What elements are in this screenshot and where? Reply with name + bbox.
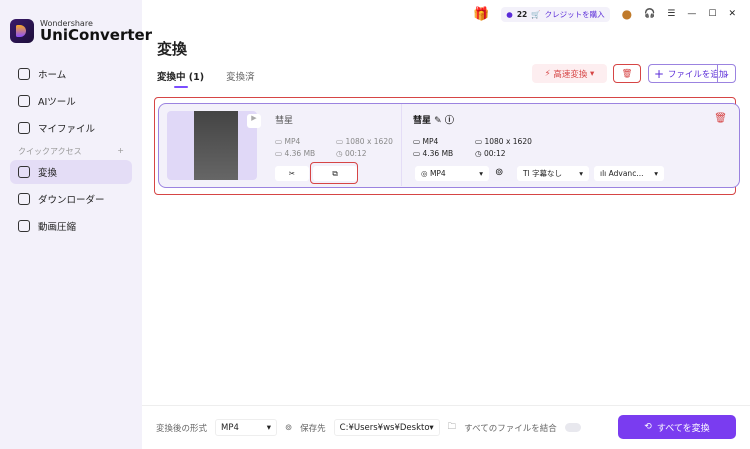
scissors-icon: ✂ — [288, 169, 296, 178]
sidebar: Wondershare UniConverter ホーム AIツール マイファイル… — [0, 0, 152, 449]
merge-toggle[interactable] — [564, 423, 581, 432]
add-file-button[interactable]: + ファイルを追加 ⌄ — [648, 64, 736, 83]
page-title: 変換 — [157, 40, 188, 58]
sidebar-item-downloader[interactable]: ダウンローダー — [10, 187, 132, 211]
source-duration: ◷ 00:12 — [336, 149, 367, 158]
format-label: 変換後の形式 — [156, 423, 208, 434]
tab-converted[interactable]: 変換済 — [226, 69, 255, 88]
info-icon[interactable]: ⓘ — [445, 116, 454, 126]
add-quick-access-icon[interactable]: + — [117, 146, 124, 157]
source-format: ▭ MP4 — [275, 137, 301, 146]
convert-icon: ⟲ — [644, 422, 652, 432]
label: 変換 — [38, 168, 58, 179]
save-location-label: 保存先 — [300, 423, 326, 434]
minimize-icon[interactable]: — — [687, 9, 696, 19]
crop-highlight — [310, 162, 358, 184]
add-file-dropdown[interactable]: ⌄ — [717, 65, 735, 82]
delete-file-icon[interactable]: 🗑 — [714, 113, 727, 124]
app-logo: Wondershare UniConverter — [10, 19, 152, 43]
gift-icon[interactable]: 🎁 — [473, 7, 489, 22]
label: 動画圧縮 — [38, 222, 77, 233]
target-name-row: 彗星 ✎ ⓘ — [413, 116, 454, 126]
settings-icon[interactable]: ⊚ — [495, 167, 503, 178]
brand-name: UniConverter — [40, 26, 153, 44]
lightning-icon: ⚡ — [544, 68, 554, 79]
source-size: ▭ 4.36 MB — [275, 149, 316, 158]
avatar[interactable]: ● — [622, 7, 632, 21]
ai-toolbox-icon — [18, 95, 30, 107]
trash-icon: 🗑 — [621, 68, 633, 79]
label: ホーム — [38, 70, 67, 81]
headset-icon[interactable]: 🎧 — [644, 9, 655, 19]
label: ダウンローダー — [38, 195, 105, 206]
buy-credits: クレジットを購入 — [544, 9, 605, 19]
target-format: ▭ MP4 — [413, 137, 439, 146]
target-duration: ◷ 00:12 — [475, 149, 506, 158]
quick-access-label: クイックアクセス — [18, 147, 82, 156]
home-icon — [18, 68, 30, 80]
save-path-dropdown[interactable]: C:¥Users¥ws¥Desktop¥\▾ — [333, 419, 440, 436]
source-resolution: ▭ 1080 x 1620 — [336, 137, 393, 146]
credit-coin-icon: ● — [506, 9, 513, 19]
sidebar-item-convert[interactable]: 変換 — [10, 160, 132, 184]
clapper-icon: ▶ — [247, 114, 261, 128]
plus-icon: + — [654, 66, 668, 81]
source-name: 彗星 — [275, 116, 294, 126]
label: AIツール — [38, 97, 76, 108]
label: 高速変換 — [553, 69, 588, 80]
credits-badge[interactable]: ● 22 🛒 クレジットを購入 — [501, 6, 610, 22]
format-settings-icon[interactable]: ⊚ — [285, 423, 292, 433]
close-icon[interactable]: ✕ — [728, 9, 736, 19]
credit-count: 22 — [516, 9, 528, 19]
audio-select[interactable]: ılı Advanc... ▾ — [594, 166, 664, 181]
merge-label: すべてのファイルを結合 — [464, 423, 557, 434]
menu-icon[interactable]: ☰ — [667, 9, 675, 19]
file-card: ▶ 彗星 ▭ MP4 ▭ 4.36 MB ▭ 1080 x 1620 ◷ 00:… — [158, 103, 740, 188]
output-format-select[interactable]: ◎ MP4 ▾ — [415, 166, 489, 181]
fast-convert-button[interactable]: ⚡ 高速変換 ▾ — [532, 64, 607, 83]
output-format-dropdown[interactable]: MP4 ▾ — [215, 419, 278, 436]
folder-icon[interactable]: 🗀 — [448, 421, 457, 435]
convert-icon — [18, 166, 30, 178]
tab-converting[interactable]: 変換中 (1) — [157, 69, 204, 88]
sidebar-item-my-files[interactable]: マイファイル — [10, 116, 132, 140]
edit-icon[interactable]: ✎ — [434, 116, 442, 126]
target-size: ▭ 4.36 MB — [413, 149, 454, 158]
cart-icon: 🛒 — [531, 9, 541, 19]
download-icon — [18, 193, 30, 205]
title-bar: 🎁 ● 22 🛒 クレジットを購入 ● 🎧 ☰ — ☐ ✕ — [473, 0, 750, 28]
chevron-down-icon: ▾ — [587, 68, 595, 79]
quick-access-header: クイックアクセス + — [18, 146, 124, 157]
video-thumbnail[interactable] — [167, 111, 257, 180]
sidebar-item-ai-tools[interactable]: AIツール — [10, 89, 132, 113]
label: マイファイル — [38, 124, 96, 135]
delete-all-button[interactable]: 🗑 — [613, 64, 641, 83]
target-resolution: ▭ 1080 x 1620 — [475, 137, 532, 146]
convert-all-button[interactable]: ⟲ すべてを変換 — [618, 415, 736, 439]
file-icon — [18, 122, 30, 134]
label: すべてを変換 — [656, 423, 710, 434]
sidebar-item-home[interactable]: ホーム — [10, 62, 132, 86]
subtitle-select[interactable]: Tl 字幕なし ▾ — [517, 166, 589, 181]
sidebar-item-compress[interactable]: 動画圧縮 — [10, 214, 132, 238]
logo-icon — [10, 19, 34, 43]
compress-icon — [18, 220, 30, 232]
trim-button[interactable]: ✂ — [275, 166, 309, 181]
maximize-icon[interactable]: ☐ — [708, 9, 716, 19]
